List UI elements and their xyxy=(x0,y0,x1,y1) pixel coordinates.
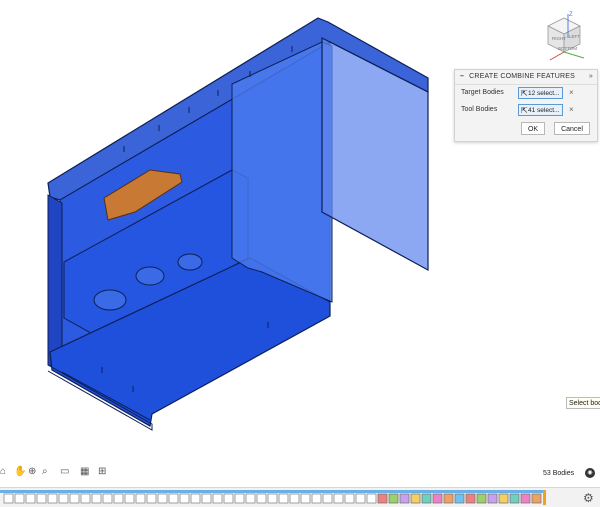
timeline-feature[interactable] xyxy=(443,493,454,504)
cursor-icon: ⇱ xyxy=(521,89,528,98)
timeline-feature[interactable] xyxy=(355,493,366,504)
timeline-feature[interactable] xyxy=(3,493,14,504)
viewcube[interactable]: Z RIGHT LEFT BOTTOM xyxy=(538,8,590,64)
display-icon[interactable]: ▭ xyxy=(60,466,69,477)
timeline-feature[interactable] xyxy=(201,493,212,504)
left-wall xyxy=(47,194,63,373)
target-bodies-selection[interactable]: ⇱ 12 select... xyxy=(518,87,563,99)
timeline-feature[interactable] xyxy=(520,493,531,504)
tooltip: Select bod xyxy=(566,397,600,409)
tool-bodies-value: 41 select... xyxy=(528,107,560,114)
grid-icon[interactable]: ▦ xyxy=(80,466,89,477)
timeline-feature[interactable] xyxy=(498,493,509,504)
fit-icon[interactable]: ⌕ xyxy=(42,466,48,477)
navigation-bar: ⌂ ✋ ⊕ ⌕ ▭ ▦ ⊞ xyxy=(0,464,120,480)
dialog-title: CREATE COMBINE FEATURES xyxy=(469,73,576,80)
timeline-features[interactable] xyxy=(0,488,600,507)
timeline-feature[interactable] xyxy=(146,493,157,504)
timeline-feature[interactable] xyxy=(36,493,47,504)
timeline-marker[interactable] xyxy=(543,490,546,505)
timeline-feature[interactable] xyxy=(476,493,487,504)
dialog-header: – CREATE COMBINE FEATURES » xyxy=(455,70,597,85)
timeline-feature[interactable] xyxy=(25,493,36,504)
minimize-icon[interactable]: – xyxy=(460,70,467,84)
svg-text:Z: Z xyxy=(569,12,573,18)
timeline-feature[interactable] xyxy=(278,493,289,504)
cancel-button[interactable]: Cancel xyxy=(554,122,590,135)
cylinder-b xyxy=(135,266,165,286)
front-panel xyxy=(231,41,333,303)
zoom-icon[interactable]: ⊕ xyxy=(28,466,36,477)
timeline-feature[interactable] xyxy=(509,493,520,504)
expand-icon[interactable]: » xyxy=(589,70,593,84)
timeline-feature[interactable] xyxy=(168,493,179,504)
timeline-feature[interactable] xyxy=(91,493,102,504)
timeline-feature[interactable] xyxy=(311,493,322,504)
tool-bodies-row: Tool Bodies ⇱ 41 select... × xyxy=(455,102,597,119)
timeline-feature[interactable] xyxy=(531,493,542,504)
svg-text:RIGHT: RIGHT xyxy=(552,36,566,41)
timeline-feature[interactable] xyxy=(69,493,80,504)
timeline-feature[interactable] xyxy=(465,493,476,504)
timeline-feature[interactable] xyxy=(102,493,113,504)
timeline-feature[interactable] xyxy=(333,493,344,504)
cylinder-a xyxy=(93,289,127,311)
timeline-feature[interactable] xyxy=(179,493,190,504)
timeline-feature[interactable] xyxy=(124,493,135,504)
timeline[interactable] xyxy=(0,487,600,507)
clear-tool-icon[interactable]: × xyxy=(569,105,574,114)
viewcube-icon[interactable]: Z RIGHT LEFT BOTTOM xyxy=(538,8,590,64)
gear-icon[interactable]: ⚙ xyxy=(583,491,594,505)
combine-dialog: – CREATE COMBINE FEATURES » Target Bodie… xyxy=(454,69,598,142)
comment-icon[interactable]: ◉ xyxy=(585,468,595,478)
viewports-icon[interactable]: ⊞ xyxy=(98,466,106,477)
timeline-feature[interactable] xyxy=(190,493,201,504)
bodies-count: 53 Bodies xyxy=(543,470,575,477)
timeline-feature[interactable] xyxy=(399,493,410,504)
timeline-feature[interactable] xyxy=(366,493,377,504)
timeline-feature[interactable] xyxy=(157,493,168,504)
timeline-feature[interactable] xyxy=(58,493,69,504)
target-bodies-label: Target Bodies xyxy=(461,89,504,96)
svg-text:LEFT: LEFT xyxy=(569,34,580,39)
timeline-feature[interactable] xyxy=(135,493,146,504)
timeline-feature[interactable] xyxy=(245,493,256,504)
timeline-feature[interactable] xyxy=(113,493,124,504)
timeline-feature[interactable] xyxy=(256,493,267,504)
target-bodies-row: Target Bodies ⇱ 12 select... × xyxy=(455,85,597,102)
orbit-icon[interactable]: ⌂ xyxy=(0,466,6,477)
timeline-feature[interactable] xyxy=(47,493,58,504)
svg-text:BOTTOM: BOTTOM xyxy=(558,46,577,51)
timeline-feature[interactable] xyxy=(300,493,311,504)
timeline-feature[interactable] xyxy=(267,493,278,504)
cylinder-c xyxy=(177,253,203,271)
tool-bodies-label: Tool Bodies xyxy=(461,106,498,113)
clear-target-icon[interactable]: × xyxy=(569,88,574,97)
cursor-icon: ⇱ xyxy=(521,106,528,115)
pan-icon[interactable]: ✋ xyxy=(14,466,26,477)
timeline-feature[interactable] xyxy=(432,493,443,504)
timeline-feature[interactable] xyxy=(80,493,91,504)
timeline-feature[interactable] xyxy=(212,493,223,504)
timeline-feature[interactable] xyxy=(322,493,333,504)
tool-bodies-selection[interactable]: ⇱ 41 select... xyxy=(518,104,563,116)
target-bodies-value: 12 select... xyxy=(528,90,560,97)
timeline-feature[interactable] xyxy=(377,493,388,504)
timeline-feature[interactable] xyxy=(344,493,355,504)
timeline-feature[interactable] xyxy=(454,493,465,504)
timeline-feature[interactable] xyxy=(421,493,432,504)
timeline-feature[interactable] xyxy=(289,493,300,504)
timeline-feature[interactable] xyxy=(410,493,421,504)
timeline-feature[interactable] xyxy=(234,493,245,504)
ok-button[interactable]: OK xyxy=(521,122,545,135)
timeline-feature[interactable] xyxy=(14,493,25,504)
timeline-feature[interactable] xyxy=(223,493,234,504)
timeline-feature[interactable] xyxy=(388,493,399,504)
timeline-feature[interactable] xyxy=(487,493,498,504)
